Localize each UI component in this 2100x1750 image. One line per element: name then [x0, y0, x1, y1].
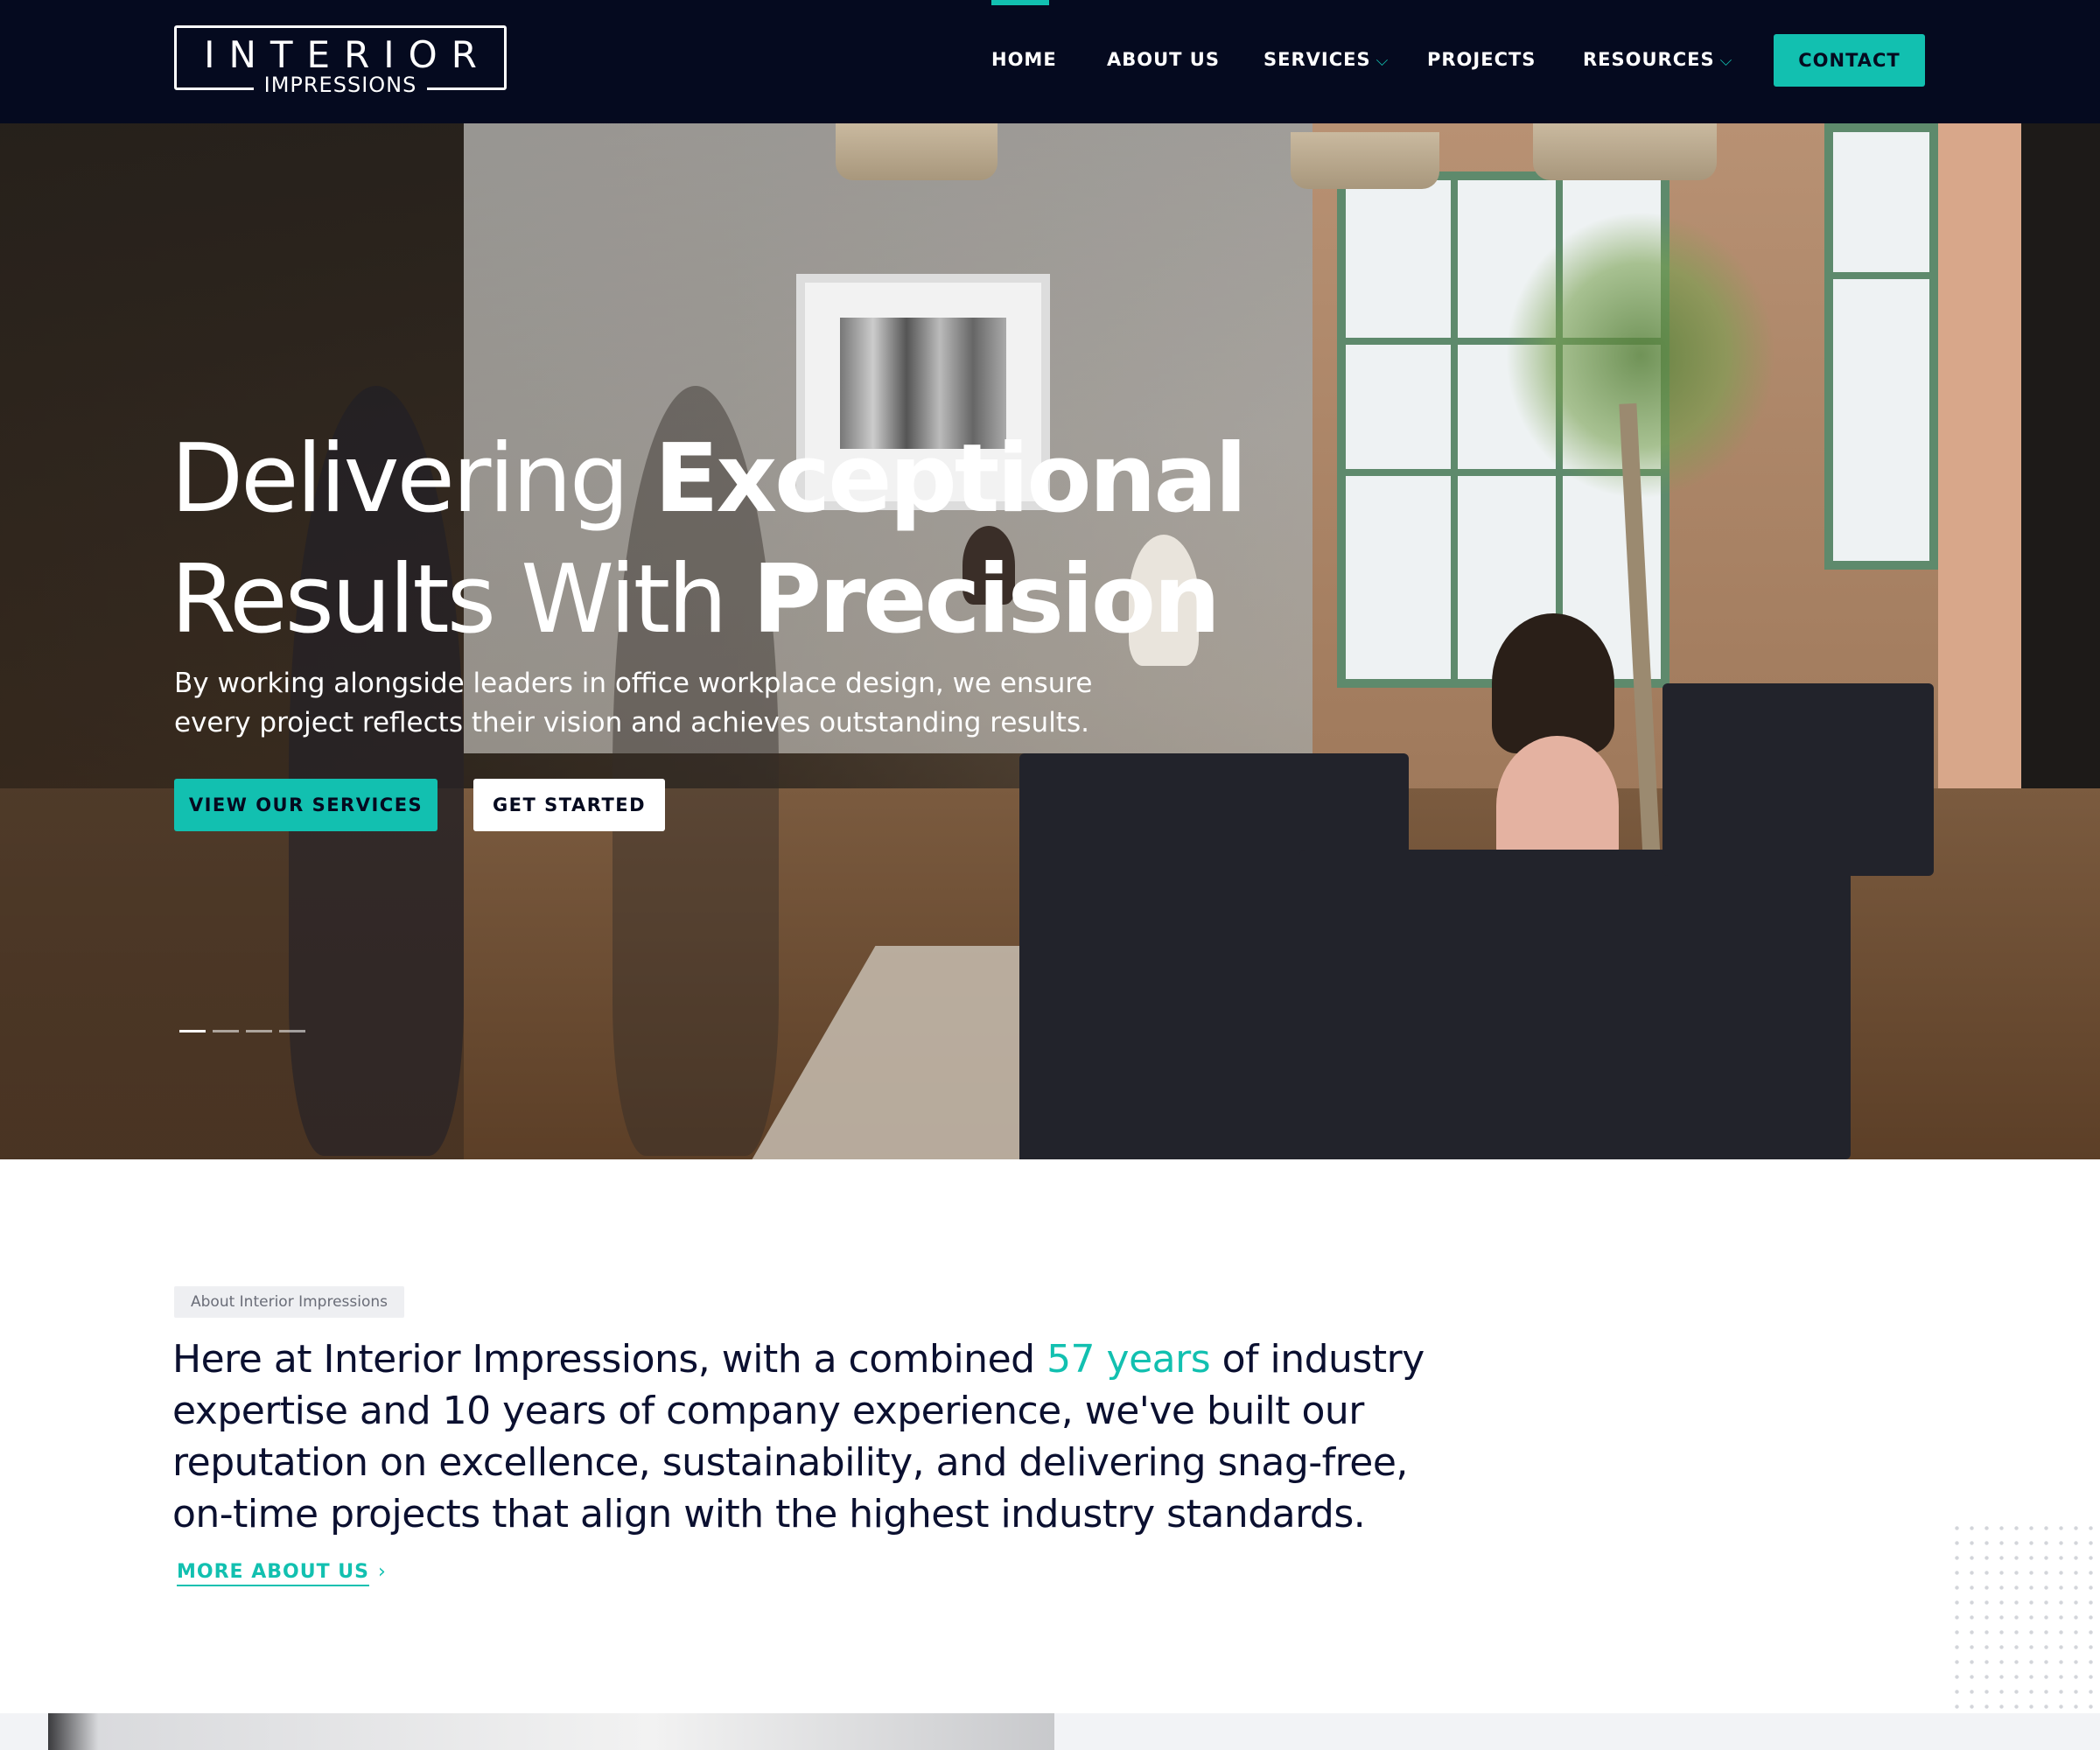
hero-photo-pendant-lamp [1533, 123, 1717, 180]
hero-photo-armchair [1299, 850, 1851, 1159]
hero-photo-person [1492, 613, 1614, 753]
nav-resources[interactable]: RESOURCES ⌵ [1583, 49, 1732, 70]
more-about-us-link[interactable]: MORE ABOUT US › [177, 1561, 387, 1586]
slider-dot-1[interactable] [179, 1030, 206, 1032]
about-section-tag: About Interior Impressions [174, 1286, 404, 1318]
hero-section: Delivering Exceptional Results With Prec… [0, 123, 2100, 1159]
nav-services-label: SERVICES [1264, 49, 1371, 70]
hero-photo-sofa [1662, 683, 1934, 876]
nav-home-label: HOME [991, 49, 1057, 70]
next-section-image [48, 1713, 1054, 1750]
view-services-button[interactable]: VIEW OUR SERVICES [174, 779, 438, 831]
hero-title-line1-regular: Delivering [171, 424, 654, 534]
chevron-down-icon: ⌵ [1719, 52, 1733, 70]
view-services-button-label: VIEW OUR SERVICES [188, 794, 424, 816]
get-started-button-label: GET STARTED [492, 794, 647, 816]
hero-subtitle-line2: every project reflects their vision and … [174, 707, 1089, 738]
contact-button-label: CONTACT [1798, 50, 1900, 71]
more-about-us-label: MORE ABOUT US [177, 1561, 369, 1586]
hero-photo-pendant-lamp [1291, 132, 1439, 189]
hero-photo-plant [1505, 211, 1776, 500]
site-logo[interactable]: INTERIOR IMPRESSIONS [174, 25, 507, 100]
logo-wordmark-top: INTERIOR [204, 33, 491, 76]
nav-home[interactable]: HOME [991, 49, 1057, 70]
nav-about-us-label: ABOUT US [1107, 49, 1220, 70]
slider-dot-3[interactable] [246, 1030, 272, 1032]
nav-projects[interactable]: PROJECTS [1427, 49, 1536, 70]
nav-projects-label: PROJECTS [1427, 49, 1536, 70]
hero-title-line2-bold: Precision [752, 545, 1221, 654]
chevron-down-icon: ⌵ [1376, 52, 1390, 70]
hero-subtitle-line1: By working alongside leaders in office w… [174, 668, 1093, 699]
hero-title-line2-regular: Results With [171, 545, 752, 654]
logo-wordmark-bottom: IMPRESSIONS [254, 74, 427, 100]
chevron-right-icon: › [377, 1561, 387, 1583]
nav-services[interactable]: SERVICES ⌵ [1264, 49, 1389, 70]
hero-title: Delivering Exceptional Results With Prec… [171, 419, 1308, 661]
hero-subtitle: By working alongside leaders in office w… [174, 664, 1137, 743]
about-intro-text: Here at Interior Impressions, with a com… [172, 1334, 1441, 1540]
about-text-highlight: 57 years [1046, 1337, 1211, 1382]
get-started-button[interactable]: GET STARTED [473, 779, 665, 831]
nav-resources-label: RESOURCES [1583, 49, 1715, 70]
about-text-part-1: Here at Interior Impressions, with a com… [172, 1337, 1047, 1382]
hero-photo-window-right [1824, 123, 1938, 570]
slider-dot-2[interactable] [213, 1030, 239, 1032]
hero-title-line1-bold: Exceptional [654, 424, 1248, 534]
slider-dot-4[interactable] [279, 1030, 305, 1032]
site-header: INTERIOR IMPRESSIONS HOME ABOUT US SERVI… [0, 0, 2100, 123]
contact-button[interactable]: CONTACT [1774, 34, 1925, 87]
hero-photo-pendant-lamp [836, 123, 998, 180]
nav-about-us[interactable]: ABOUT US [1107, 49, 1220, 70]
nav-active-indicator [991, 0, 1049, 5]
